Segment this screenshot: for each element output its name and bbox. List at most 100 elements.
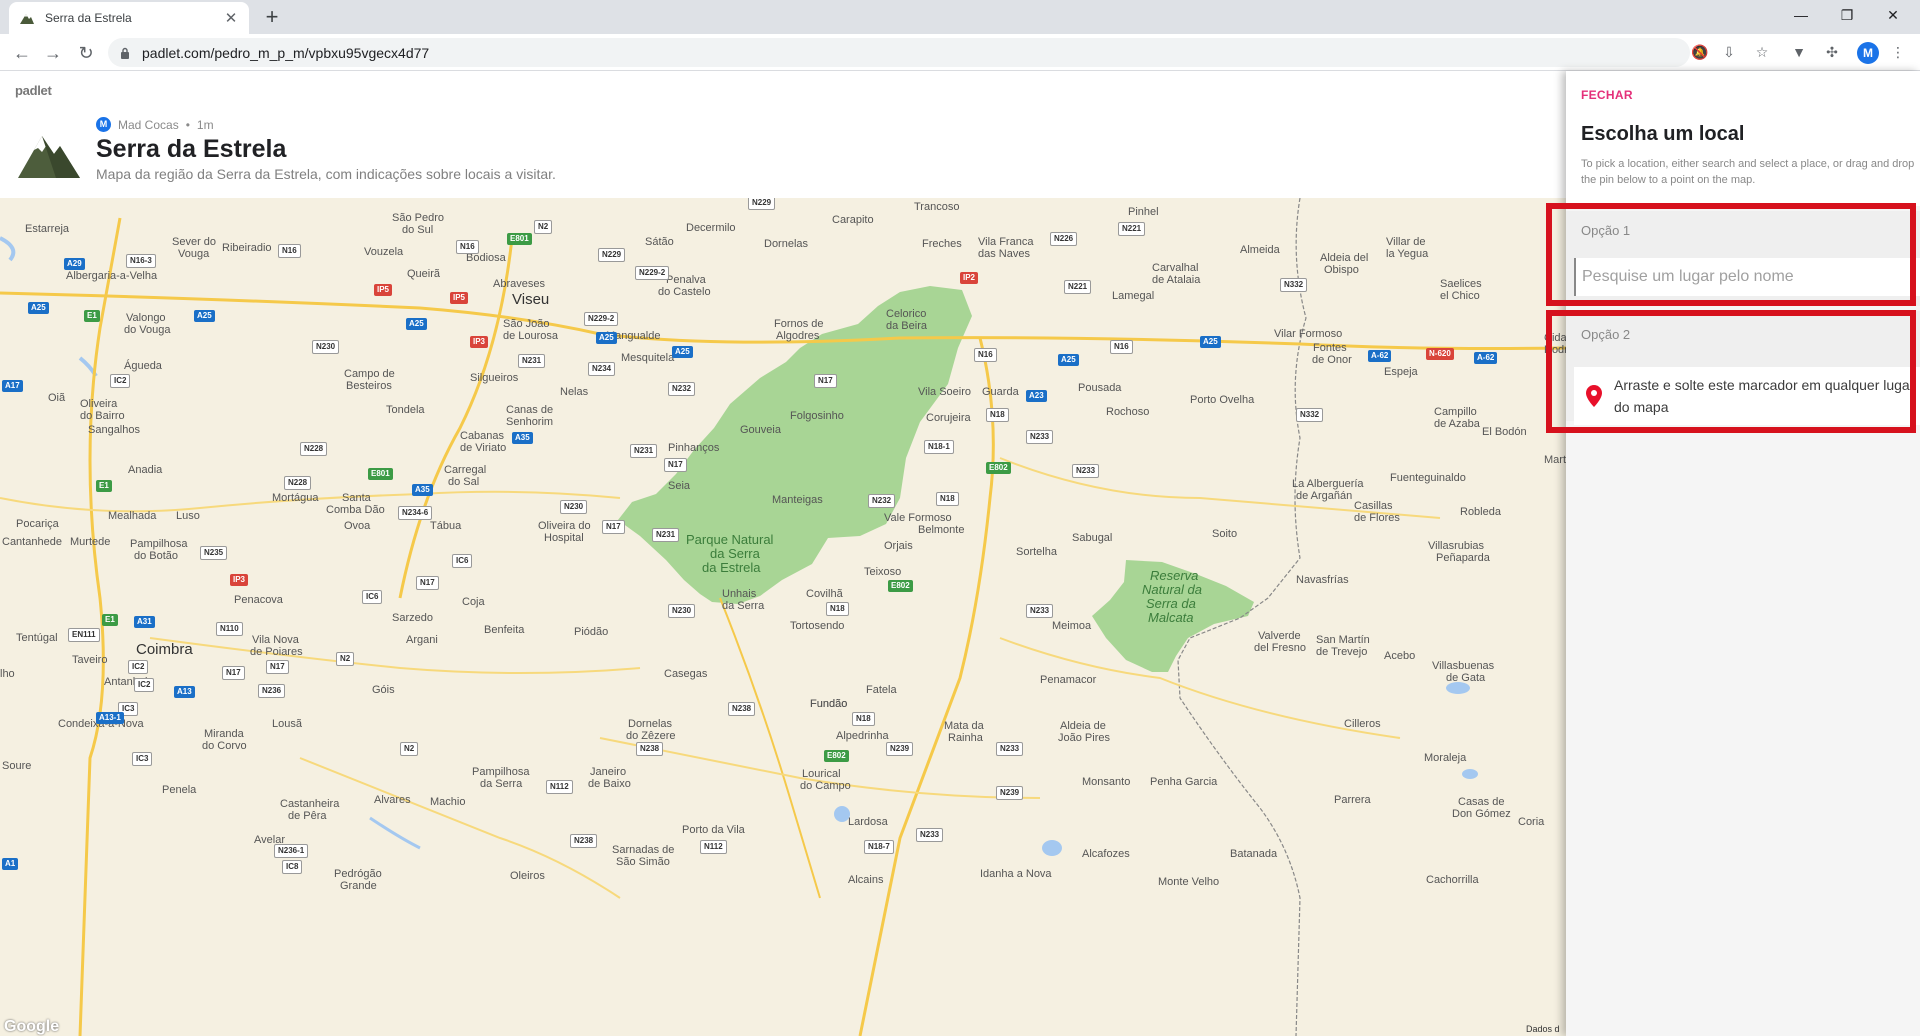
- map-place-label: Soure: [2, 760, 32, 772]
- map-place-label: de Azaba: [1434, 418, 1480, 430]
- map-place-label: Cantanhede: [2, 536, 62, 548]
- map-place-label: Oiã: [48, 392, 66, 404]
- map-place-label: Campillo: [1434, 406, 1477, 418]
- menu-kebab-icon[interactable]: ⋮: [1888, 42, 1908, 62]
- map-place-label: Hospital: [544, 532, 584, 544]
- map-place-label: Aldeia del: [1320, 252, 1369, 264]
- road-shield: IC2: [134, 678, 155, 692]
- extensions-puzzle-icon[interactable]: ✣: [1822, 42, 1842, 62]
- bookmark-star-icon[interactable]: ☆: [1752, 42, 1772, 62]
- address-bar[interactable]: padlet.com/pedro_m_p_m/vpbxu95vgecx4d77: [108, 38, 1690, 67]
- road-shield: A1: [2, 858, 19, 870]
- road-shield: N-620: [1426, 348, 1454, 360]
- map-place-label: Belmonte: [918, 524, 965, 536]
- road-shield: IC3: [132, 752, 153, 766]
- road-shield: N226: [1050, 232, 1078, 246]
- map-place-label: Fornos de: [774, 318, 824, 330]
- road-shield: N17: [664, 458, 687, 472]
- draggable-pin-card[interactable]: Arraste e solte este marcador em qualque…: [1574, 367, 1920, 425]
- extension-shield-icon[interactable]: ▼: [1789, 42, 1809, 62]
- map-place-label: Sátão: [645, 236, 674, 248]
- map-place-label: Obispo: [1324, 264, 1359, 276]
- back-button[interactable]: ←: [8, 39, 36, 67]
- road-shield: N228: [300, 442, 328, 456]
- road-shield: E801: [368, 468, 393, 480]
- map-place-label: de Trevejo: [1316, 646, 1368, 658]
- map-place-label: Carregal: [444, 464, 487, 476]
- road-shield: N221: [1118, 222, 1146, 236]
- map-place-label: Cabanas: [460, 430, 505, 442]
- close-tab-icon[interactable]: ✕: [223, 9, 239, 27]
- map-place-label: São Simão: [616, 856, 670, 868]
- map-place-label: Parrera: [1334, 794, 1371, 806]
- road-shield: A25: [1200, 336, 1221, 348]
- map-place-label: Tentúgal: [16, 632, 58, 644]
- road-shield: N233: [996, 742, 1024, 756]
- map-place-label: Janeiro: [590, 766, 627, 778]
- road-shield: N110: [216, 622, 243, 636]
- road-shield: N18: [936, 492, 959, 506]
- close-panel-button[interactable]: FECHAR: [1581, 88, 1633, 102]
- map-place-label: Vila Nova: [252, 634, 299, 646]
- map-canvas[interactable]: Estarreja Sever do Vouga Ribeiradio São Pedr…: [0, 198, 1566, 1036]
- browser-tab[interactable]: Serra da Estrela ✕: [9, 2, 249, 34]
- map-place-label: Lourical: [802, 768, 841, 780]
- road-shield: A29: [64, 258, 85, 270]
- road-shield: A13: [174, 686, 195, 698]
- new-tab-button[interactable]: +: [258, 3, 286, 31]
- close-window-button[interactable]: ✕: [1870, 0, 1916, 30]
- restore-button[interactable]: ❐: [1824, 0, 1870, 30]
- map-pin-icon[interactable]: [1586, 385, 1602, 407]
- map-place-label: Casas de: [1458, 796, 1505, 808]
- map-place-label: Miranda: [204, 728, 244, 740]
- map-place-label: Sabugal: [1072, 532, 1113, 544]
- map-place-label: de Baixo: [588, 778, 631, 790]
- map-place-label: Pinhel: [1128, 206, 1159, 218]
- map-place-label: de Argañán: [1296, 490, 1353, 502]
- minimize-button[interactable]: —: [1778, 0, 1824, 30]
- road-shield: A13-1: [96, 712, 124, 724]
- road-shield: N231: [518, 354, 546, 368]
- place-search-input[interactable]: [1574, 258, 1920, 296]
- road-shield: A25: [672, 346, 693, 358]
- padlet-title: Serra da Estrela: [96, 135, 287, 163]
- map-place-label: Rochoso: [1106, 406, 1150, 418]
- map-place-label: Dornelas: [628, 718, 673, 730]
- road-shield: E1: [102, 614, 118, 626]
- map-place-label: Don Gómez: [1452, 808, 1511, 820]
- map-place-label: Casegas: [664, 668, 708, 680]
- road-shield: N239: [996, 786, 1024, 800]
- map-place-label: Sarzedo: [392, 612, 433, 624]
- road-shield: A-62: [1474, 352, 1498, 364]
- road-shield: N332: [1296, 408, 1324, 422]
- map-place-label: Covilhã: [806, 588, 843, 600]
- post-time: 1m: [196, 117, 214, 132]
- map-place-label: Anadia: [128, 464, 163, 476]
- map-place-label: Rodrig: [1544, 344, 1566, 356]
- notifications-off-icon[interactable]: 🔕: [1690, 42, 1710, 62]
- road-shield: A35: [412, 484, 433, 496]
- map-place-label: de Viriato: [460, 442, 507, 454]
- map-place-label: Pinhanços: [668, 442, 720, 454]
- map-place-label: Dornelas: [764, 238, 809, 250]
- road-shield: A25: [406, 318, 427, 330]
- map-place-label: Pocariça: [16, 518, 59, 530]
- forward-button[interactable]: →: [39, 39, 67, 67]
- map-place-label: del Fresno: [1254, 642, 1306, 654]
- padlet-logo[interactable]: padlet: [15, 83, 52, 98]
- map-place-label: Mortágua: [272, 492, 319, 504]
- install-app-icon[interactable]: ⇩: [1719, 42, 1739, 62]
- map-place-label: da Serra: [710, 546, 760, 561]
- road-shield: N236: [258, 684, 286, 698]
- road-shield: N230: [668, 604, 696, 618]
- map-place-label: Meimoa: [1052, 620, 1092, 632]
- road-shield: N234: [588, 362, 616, 376]
- profile-avatar[interactable]: M: [1857, 42, 1879, 64]
- map-place-label: Coja: [462, 596, 485, 608]
- road-shield: N239: [886, 742, 914, 756]
- road-shield: N233: [916, 828, 944, 842]
- map-attribution[interactable]: Dados d: [1526, 1024, 1560, 1034]
- reload-button[interactable]: ↻: [72, 39, 100, 67]
- map-place-label: Penalva: [666, 274, 706, 286]
- url-text: padlet.com/pedro_m_p_m/vpbxu95vgecx4d77: [142, 44, 430, 61]
